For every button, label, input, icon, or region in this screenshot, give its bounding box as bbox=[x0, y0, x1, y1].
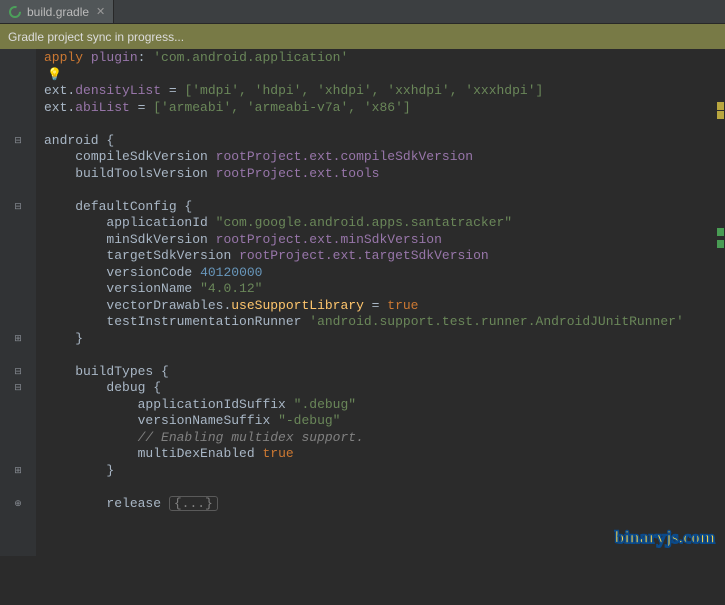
close-icon[interactable]: ✕ bbox=[94, 5, 107, 18]
text: testInstrumentationRunner bbox=[106, 314, 301, 329]
text: targetSdkVersion bbox=[106, 248, 231, 263]
keyword: true bbox=[387, 298, 418, 313]
string: "com.google.android.apps.santatracker" bbox=[216, 215, 512, 230]
string: "4.0.12" bbox=[200, 281, 262, 296]
string: ['mdpi', 'hdpi', 'xhdpi', 'xxhdpi', 'xxx… bbox=[184, 83, 543, 98]
text: compileSdkVersion bbox=[75, 149, 208, 164]
change-marker[interactable] bbox=[717, 240, 724, 248]
fold-icon[interactable]: ⊟ bbox=[0, 133, 36, 150]
identifier: densityList bbox=[75, 83, 161, 98]
text: applicationId bbox=[106, 215, 207, 230]
text: applicationIdSuffix bbox=[138, 397, 286, 412]
text: debug { bbox=[106, 380, 161, 395]
text: versionCode bbox=[106, 265, 192, 280]
text: minSdkVersion bbox=[106, 232, 207, 247]
lightbulb-icon[interactable]: 💡 bbox=[47, 67, 62, 84]
text: buildTypes { bbox=[75, 364, 169, 379]
string: 'android.support.test.runner.AndroidJUni… bbox=[309, 314, 683, 329]
comment: // Enabling multidex support. bbox=[138, 430, 364, 445]
fold-end-icon[interactable]: ⊞ bbox=[0, 331, 36, 348]
string: 'com.android.application' bbox=[153, 50, 348, 65]
tab-bar: build.gradle ✕ bbox=[0, 0, 725, 24]
keyword: true bbox=[262, 446, 293, 461]
watermark: binaryjs.com bbox=[615, 527, 716, 548]
text: ext. bbox=[44, 100, 75, 115]
folded-region[interactable]: {...} bbox=[169, 496, 218, 511]
sync-message: Gradle project sync in progress... bbox=[8, 30, 184, 44]
fold-icon[interactable]: ⊕ bbox=[0, 496, 36, 513]
text: defaultConfig { bbox=[75, 199, 192, 214]
warning-marker[interactable] bbox=[717, 102, 724, 110]
identifier: plugin bbox=[91, 50, 138, 65]
identifier: rootProject.ext.targetSdkVersion bbox=[239, 248, 489, 263]
editor-area[interactable]: ⊟ ⊟ ⊞ ⊟ ⊟ ⊞ ⊕ apply plugin: 'com.android… bbox=[0, 49, 725, 556]
gradle-icon bbox=[8, 5, 22, 19]
marker-stripe[interactable] bbox=[715, 98, 725, 605]
gutter: ⊟ ⊟ ⊞ ⊟ ⊟ ⊞ ⊕ bbox=[0, 49, 36, 556]
code-editor[interactable]: apply plugin: 'com.android.application' … bbox=[36, 49, 725, 556]
text: buildToolsVersion bbox=[75, 166, 208, 181]
string: ['armeabi', 'armeabi-v7a', 'x86'] bbox=[153, 100, 410, 115]
string: ".debug" bbox=[294, 397, 356, 412]
text: release bbox=[106, 496, 161, 511]
identifier: rootProject.ext.compileSdkVersion bbox=[216, 149, 473, 164]
text: versionName bbox=[106, 281, 192, 296]
change-marker[interactable] bbox=[717, 228, 724, 236]
tab-build-gradle[interactable]: build.gradle ✕ bbox=[0, 0, 114, 23]
text: } bbox=[75, 331, 83, 346]
identifier: rootProject.ext.minSdkVersion bbox=[216, 232, 442, 247]
text: multiDexEnabled bbox=[138, 446, 255, 461]
string: "-debug" bbox=[278, 413, 340, 428]
text: vectorDrawables. bbox=[106, 298, 231, 313]
fold-end-icon[interactable]: ⊞ bbox=[0, 463, 36, 480]
identifier: abiList bbox=[75, 100, 130, 115]
number: 40120000 bbox=[200, 265, 262, 280]
text: versionNameSuffix bbox=[138, 413, 271, 428]
fold-icon[interactable]: ⊟ bbox=[0, 364, 36, 381]
fold-icon[interactable]: ⊟ bbox=[0, 199, 36, 216]
text: android { bbox=[44, 133, 114, 148]
sync-progress-bar: Gradle project sync in progress... bbox=[0, 24, 725, 49]
fn: useSupportLibrary bbox=[231, 298, 364, 313]
fold-icon[interactable]: ⊟ bbox=[0, 380, 36, 397]
text: = bbox=[364, 298, 387, 313]
tab-label: build.gradle bbox=[27, 5, 89, 19]
identifier: rootProject.ext.tools bbox=[216, 166, 380, 181]
warning-marker[interactable] bbox=[717, 111, 724, 119]
keyword: apply bbox=[44, 50, 83, 65]
text: } bbox=[106, 463, 114, 478]
text: ext. bbox=[44, 83, 75, 98]
